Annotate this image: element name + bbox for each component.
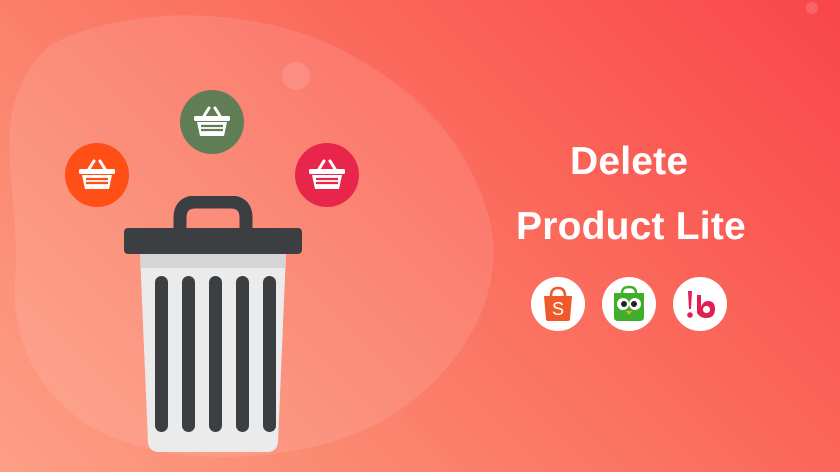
title-line-1: Delete — [570, 140, 689, 183]
title-line-2: Product Lite — [516, 205, 746, 248]
banner: Delete Product Lite S — [0, 0, 840, 472]
svg-text:S: S — [552, 299, 564, 319]
green-basket-icon — [180, 90, 244, 154]
bukalapak-logo-icon — [673, 277, 727, 331]
tokopedia-logo-icon — [602, 277, 656, 331]
trash-can-icon — [124, 196, 302, 452]
shopee-logo-icon: S — [531, 277, 585, 331]
